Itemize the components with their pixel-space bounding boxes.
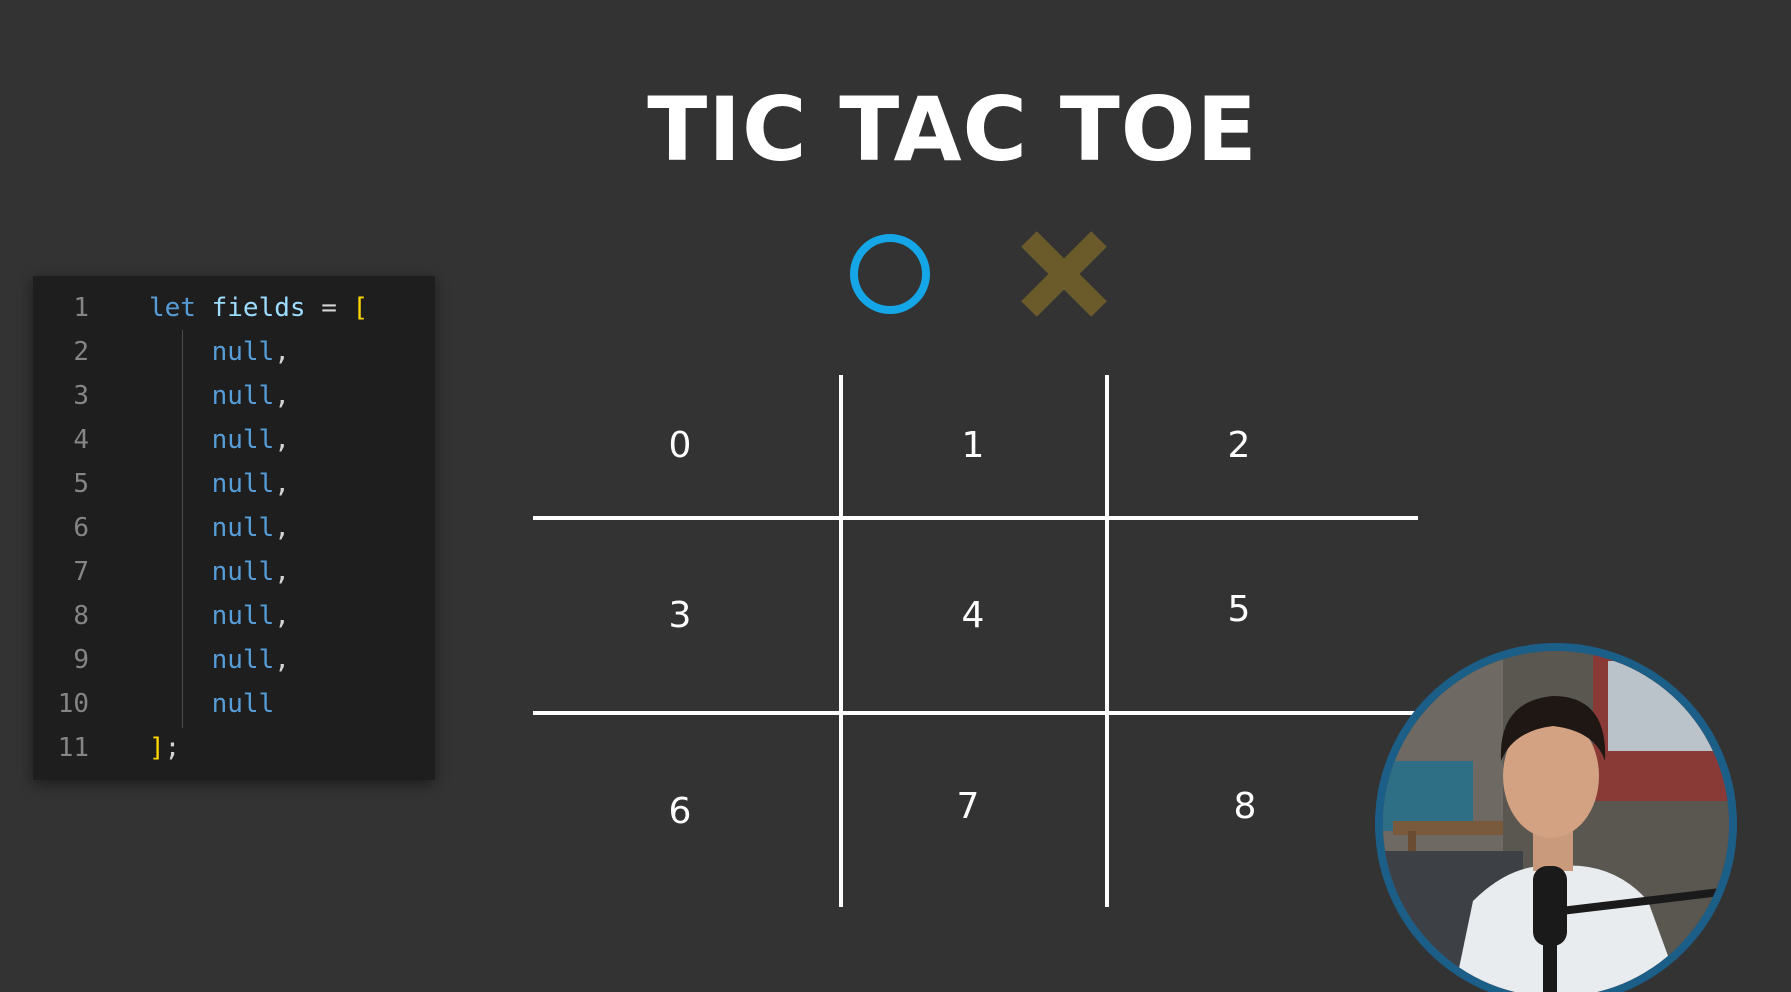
grid-line-vertical-2 xyxy=(1105,375,1109,907)
code-line: 5 null, xyxy=(33,462,435,506)
code-line: 6 null, xyxy=(33,506,435,550)
code-token: null xyxy=(211,381,275,411)
code-token: , xyxy=(274,645,290,675)
circle-icon xyxy=(850,234,930,314)
code-text: null, xyxy=(149,594,290,638)
code-token: null xyxy=(211,645,275,675)
presenter-webcam xyxy=(1375,643,1737,992)
code-token: , xyxy=(274,381,290,411)
cell-index-8[interactable]: 8 xyxy=(1205,785,1285,829)
code-line: 8 null, xyxy=(33,594,435,638)
code-text: null, xyxy=(149,374,290,418)
cross-icon xyxy=(1021,231,1107,317)
line-number: 8 xyxy=(73,601,89,631)
page-title: TIC TAC TOE xyxy=(647,78,1258,181)
line-number: 9 xyxy=(73,645,89,675)
code-text: null, xyxy=(149,418,290,462)
code-token: null xyxy=(211,557,275,587)
presenter-video-icon xyxy=(1383,651,1729,992)
code-token: null xyxy=(211,513,275,543)
code-token: null xyxy=(211,601,275,631)
cell-index-0[interactable]: 0 xyxy=(640,424,720,468)
line-number: 11 xyxy=(57,733,89,763)
code-editor-panel: 1 let fields = [2 null, 3 null, 4 null, 5 nu… xyxy=(33,276,435,780)
code-text: null, xyxy=(149,462,290,506)
line-number: 2 xyxy=(73,337,89,367)
code-token: = xyxy=(305,293,353,323)
code-line: 11]; xyxy=(33,726,435,770)
code-token: ; xyxy=(164,733,181,763)
code-line: 7 null, xyxy=(33,550,435,594)
cell-index-1[interactable]: 1 xyxy=(933,424,1013,468)
code-text: ]; xyxy=(149,726,180,770)
cell-index-4[interactable]: 4 xyxy=(933,594,1013,638)
line-number: 7 xyxy=(73,557,89,587)
grid-line-horizontal-1 xyxy=(533,516,1418,520)
code-token: , xyxy=(274,557,290,587)
tic-tac-toe-board: 0 1 2 3 4 5 6 7 8 xyxy=(533,375,1418,907)
code-text: null xyxy=(149,682,275,726)
cell-index-2[interactable]: 2 xyxy=(1199,424,1279,468)
line-number: 5 xyxy=(73,469,89,499)
code-text: null, xyxy=(149,330,290,374)
code-token: , xyxy=(274,601,290,631)
cell-index-3[interactable]: 3 xyxy=(640,594,720,638)
code-token: [ xyxy=(352,293,369,323)
code-token: , xyxy=(274,337,290,367)
code-text: null, xyxy=(149,638,290,682)
line-number: 6 xyxy=(73,513,89,543)
cell-index-7[interactable]: 7 xyxy=(928,785,1008,829)
line-number: 4 xyxy=(73,425,89,455)
code-token: null xyxy=(211,337,275,367)
cell-index-5[interactable]: 5 xyxy=(1199,588,1279,632)
code-text: let fields = [ xyxy=(149,286,368,330)
code-token: null xyxy=(211,425,275,455)
code-token: null xyxy=(211,469,275,499)
code-token: let xyxy=(149,293,196,323)
code-token: fields xyxy=(211,293,306,323)
code-token: null xyxy=(211,689,275,719)
code-token: , xyxy=(274,513,290,543)
code-text: null, xyxy=(149,550,290,594)
grid-line-vertical-1 xyxy=(839,375,843,907)
line-number: 10 xyxy=(57,689,89,719)
cell-index-6[interactable]: 6 xyxy=(640,790,720,834)
line-number: 3 xyxy=(73,381,89,411)
grid-line-horizontal-2 xyxy=(533,711,1418,715)
slide: TIC TAC TOE 1 let fields = [2 null, 3 null… xyxy=(0,0,1791,992)
code-token: ] xyxy=(149,733,165,763)
line-number: 1 xyxy=(73,293,89,323)
code-line: 2 null, xyxy=(33,330,435,374)
code-line: 10 null xyxy=(33,682,435,726)
code-line: 4 null, xyxy=(33,418,435,462)
code-token: , xyxy=(274,469,290,499)
code-text: null, xyxy=(149,506,290,550)
code-line: 3 null, xyxy=(33,374,435,418)
code-line: 9 null, xyxy=(33,638,435,682)
code-token: , xyxy=(274,425,290,455)
code-line: 1 let fields = [ xyxy=(33,286,435,330)
